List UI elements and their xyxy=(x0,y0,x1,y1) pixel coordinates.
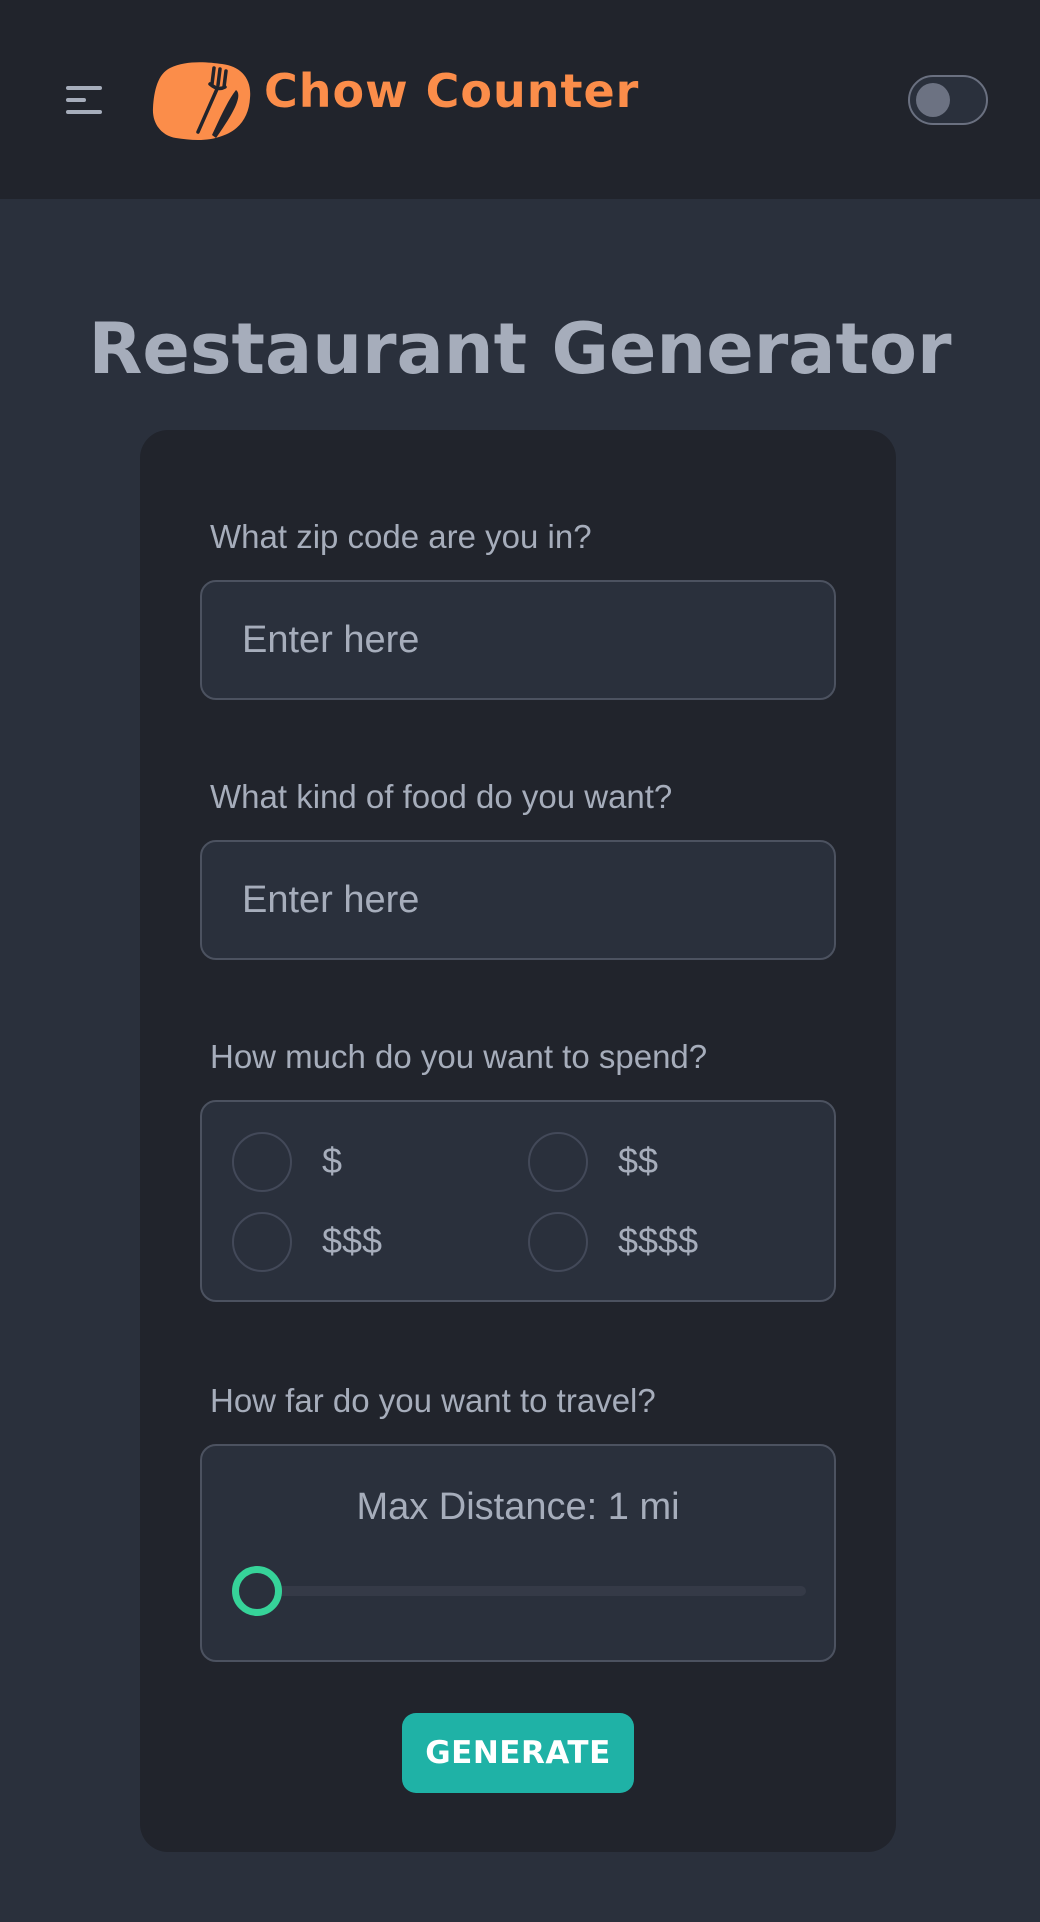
menu-line xyxy=(66,86,102,90)
toggle-knob xyxy=(916,83,950,117)
menu-line xyxy=(66,98,86,102)
menu-line xyxy=(66,110,102,114)
theme-toggle[interactable] xyxy=(908,75,988,125)
page-title: Restaurant Generator xyxy=(88,308,952,390)
generate-button[interactable]: GENERATE xyxy=(402,1713,634,1793)
price-radio-group: $ $$ $$$ $$$$ xyxy=(200,1100,836,1302)
generator-form-card: What zip code are you in? What kind of f… xyxy=(140,430,896,1852)
price-label: How much do you want to spend? xyxy=(210,1038,708,1075)
food-input[interactable] xyxy=(200,840,836,960)
radio-circle[interactable] xyxy=(528,1212,588,1272)
radio-label: $$ xyxy=(618,1140,659,1181)
zip-label: What zip code are you in? xyxy=(210,518,592,555)
radio-circle[interactable] xyxy=(232,1132,292,1192)
radio-circle[interactable] xyxy=(232,1212,292,1272)
distance-label: How far do you want to travel? xyxy=(210,1382,656,1419)
fork-knife-logo-icon[interactable] xyxy=(150,58,254,142)
radio-circle[interactable] xyxy=(528,1132,588,1192)
navbar: Chow Counter xyxy=(0,0,1040,199)
brand-name[interactable]: Chow Counter xyxy=(264,64,639,118)
hamburger-menu-icon[interactable] xyxy=(62,80,110,120)
radio-label: $$$$ xyxy=(618,1220,699,1261)
radio-label: $$$ xyxy=(322,1220,383,1261)
food-label: What kind of food do you want? xyxy=(210,778,673,815)
distance-slider-thumb[interactable] xyxy=(232,1566,282,1616)
distance-slider-track[interactable] xyxy=(238,1586,806,1596)
distance-box: Max Distance: 1 mi xyxy=(200,1444,836,1662)
radio-label: $ xyxy=(322,1140,343,1181)
zip-input[interactable] xyxy=(200,580,836,700)
max-distance-readout: Max Distance: 1 mi xyxy=(356,1486,680,1528)
